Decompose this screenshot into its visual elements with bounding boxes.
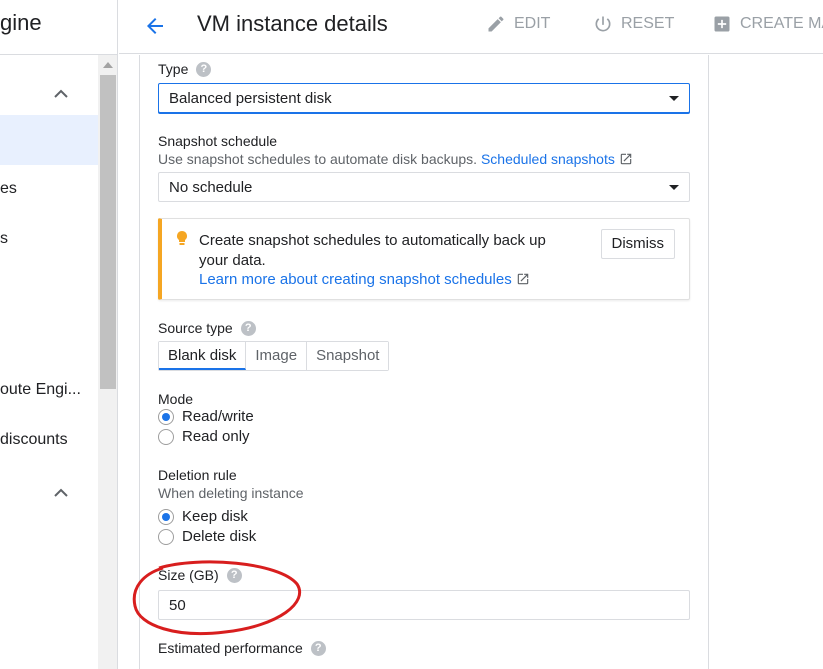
disk-type-value: Balanced persistent disk bbox=[169, 90, 332, 107]
nav-scrollbar[interactable] bbox=[98, 55, 117, 669]
snapshot-schedule-label: Snapshot schedule bbox=[158, 133, 278, 149]
help-icon[interactable]: ? bbox=[310, 640, 326, 656]
source-image-button[interactable]: Image bbox=[246, 342, 308, 370]
radio-selected[interactable] bbox=[158, 508, 174, 525]
mode-read-only-label: Read only bbox=[182, 428, 250, 445]
delete-disk-label: Delete disk bbox=[182, 528, 257, 545]
disk-type-select[interactable]: Balanced persistent disk bbox=[158, 83, 690, 113]
power-icon bbox=[595, 16, 611, 32]
nav-item[interactable]: s bbox=[0, 230, 98, 248]
keep-disk-label: Keep disk bbox=[182, 508, 248, 525]
type-label: Type ? bbox=[158, 61, 212, 77]
nav-list: es s oute Engi... discounts bbox=[0, 55, 98, 669]
keep-disk-option[interactable]: Keep disk bbox=[158, 508, 248, 525]
delete-disk-option[interactable]: Delete disk bbox=[158, 528, 256, 545]
create-machine-image-button[interactable]: CREATE MA bbox=[712, 14, 823, 34]
nav-item[interactable]: es bbox=[0, 180, 98, 198]
source-type-label: Source type ? bbox=[158, 320, 256, 336]
size-input[interactable]: 50 bbox=[158, 590, 690, 620]
callout-learn-more[interactable]: Learn more about creating snapshot sched… bbox=[199, 271, 530, 288]
scheduled-snapshots-link[interactable]: Scheduled snapshots bbox=[481, 151, 615, 167]
estimated-performance-label: Estimated performance ? bbox=[158, 640, 326, 656]
mode-label: Mode bbox=[158, 391, 194, 407]
create-label: CREATE MA bbox=[740, 15, 823, 32]
add-box-icon bbox=[714, 16, 730, 32]
edit-label: EDIT bbox=[514, 15, 551, 32]
snapshot-schedule-hint: Use snapshot schedules to automate disk … bbox=[158, 151, 633, 167]
snapshot-schedule-select[interactable]: No schedule bbox=[158, 172, 690, 202]
type-label-text: Type bbox=[158, 61, 189, 77]
source-blank-disk-button[interactable]: Blank disk bbox=[159, 342, 247, 370]
snapshot-callout: Create snapshot schedules to automatical… bbox=[158, 218, 690, 300]
disk-form-panel: Type ? Balanced persistent disk Snapshot… bbox=[139, 55, 709, 669]
deletion-rule-label: Deletion rule bbox=[158, 467, 237, 483]
external-link-icon[interactable] bbox=[619, 152, 633, 166]
left-nav: gine es s oute Engi... discounts bbox=[0, 0, 118, 669]
edit-button[interactable]: EDIT bbox=[486, 14, 550, 34]
mode-read-write-option[interactable]: Read/write bbox=[158, 408, 254, 425]
dropdown-caret-icon bbox=[669, 96, 679, 101]
snapshot-schedule-hint-text: Use snapshot schedules to automate disk … bbox=[158, 151, 478, 167]
size-label-text: Size (GB) bbox=[158, 567, 219, 583]
source-type-toggle: Blank disk Image Snapshot bbox=[158, 341, 390, 371]
pencil-icon bbox=[488, 16, 504, 32]
scroll-thumb[interactable] bbox=[100, 75, 116, 389]
help-icon[interactable]: ? bbox=[196, 61, 212, 77]
estimated-performance-text: Estimated performance bbox=[158, 640, 303, 656]
mode-read-write-label: Read/write bbox=[182, 408, 254, 425]
radio-unselected[interactable] bbox=[158, 428, 174, 445]
learn-more-link[interactable]: Learn more about creating snapshot sched… bbox=[199, 271, 512, 288]
scroll-up-arrow-icon[interactable] bbox=[103, 62, 113, 68]
source-snapshot-button[interactable]: Snapshot bbox=[307, 342, 389, 370]
radio-unselected[interactable] bbox=[158, 528, 174, 545]
snapshot-schedule-value: No schedule bbox=[169, 179, 253, 196]
nav-item[interactable]: discounts bbox=[0, 431, 98, 449]
product-name: gine bbox=[0, 10, 42, 35]
size-label: Size (GB) ? bbox=[158, 567, 242, 583]
size-value: 50 bbox=[169, 597, 186, 614]
chevron-up-icon[interactable] bbox=[53, 87, 69, 99]
help-icon[interactable]: ? bbox=[226, 567, 242, 583]
dropdown-caret-icon bbox=[669, 185, 679, 190]
callout-text: Create snapshot schedules to automatical… bbox=[199, 232, 546, 269]
deletion-rule-hint: When deleting instance bbox=[158, 485, 304, 501]
nav-item-active[interactable] bbox=[0, 115, 98, 165]
back-arrow-icon[interactable] bbox=[143, 14, 167, 38]
chevron-up-icon[interactable] bbox=[53, 486, 69, 498]
dismiss-button[interactable]: Dismiss bbox=[600, 229, 675, 259]
source-type-label-text: Source type bbox=[158, 320, 233, 336]
page-header: VM instance details EDIT RESET CREATE MA bbox=[119, 0, 823, 54]
nav-item[interactable]: oute Engi... bbox=[0, 381, 98, 399]
external-link-icon[interactable] bbox=[516, 272, 530, 286]
reset-button[interactable]: RESET bbox=[593, 14, 674, 34]
mode-read-only-option[interactable]: Read only bbox=[158, 428, 250, 445]
radio-selected[interactable] bbox=[158, 408, 174, 425]
help-icon[interactable]: ? bbox=[240, 320, 256, 336]
reset-label: RESET bbox=[621, 15, 675, 32]
page-title: VM instance details bbox=[197, 11, 388, 36]
lightbulb-icon bbox=[177, 231, 187, 245]
